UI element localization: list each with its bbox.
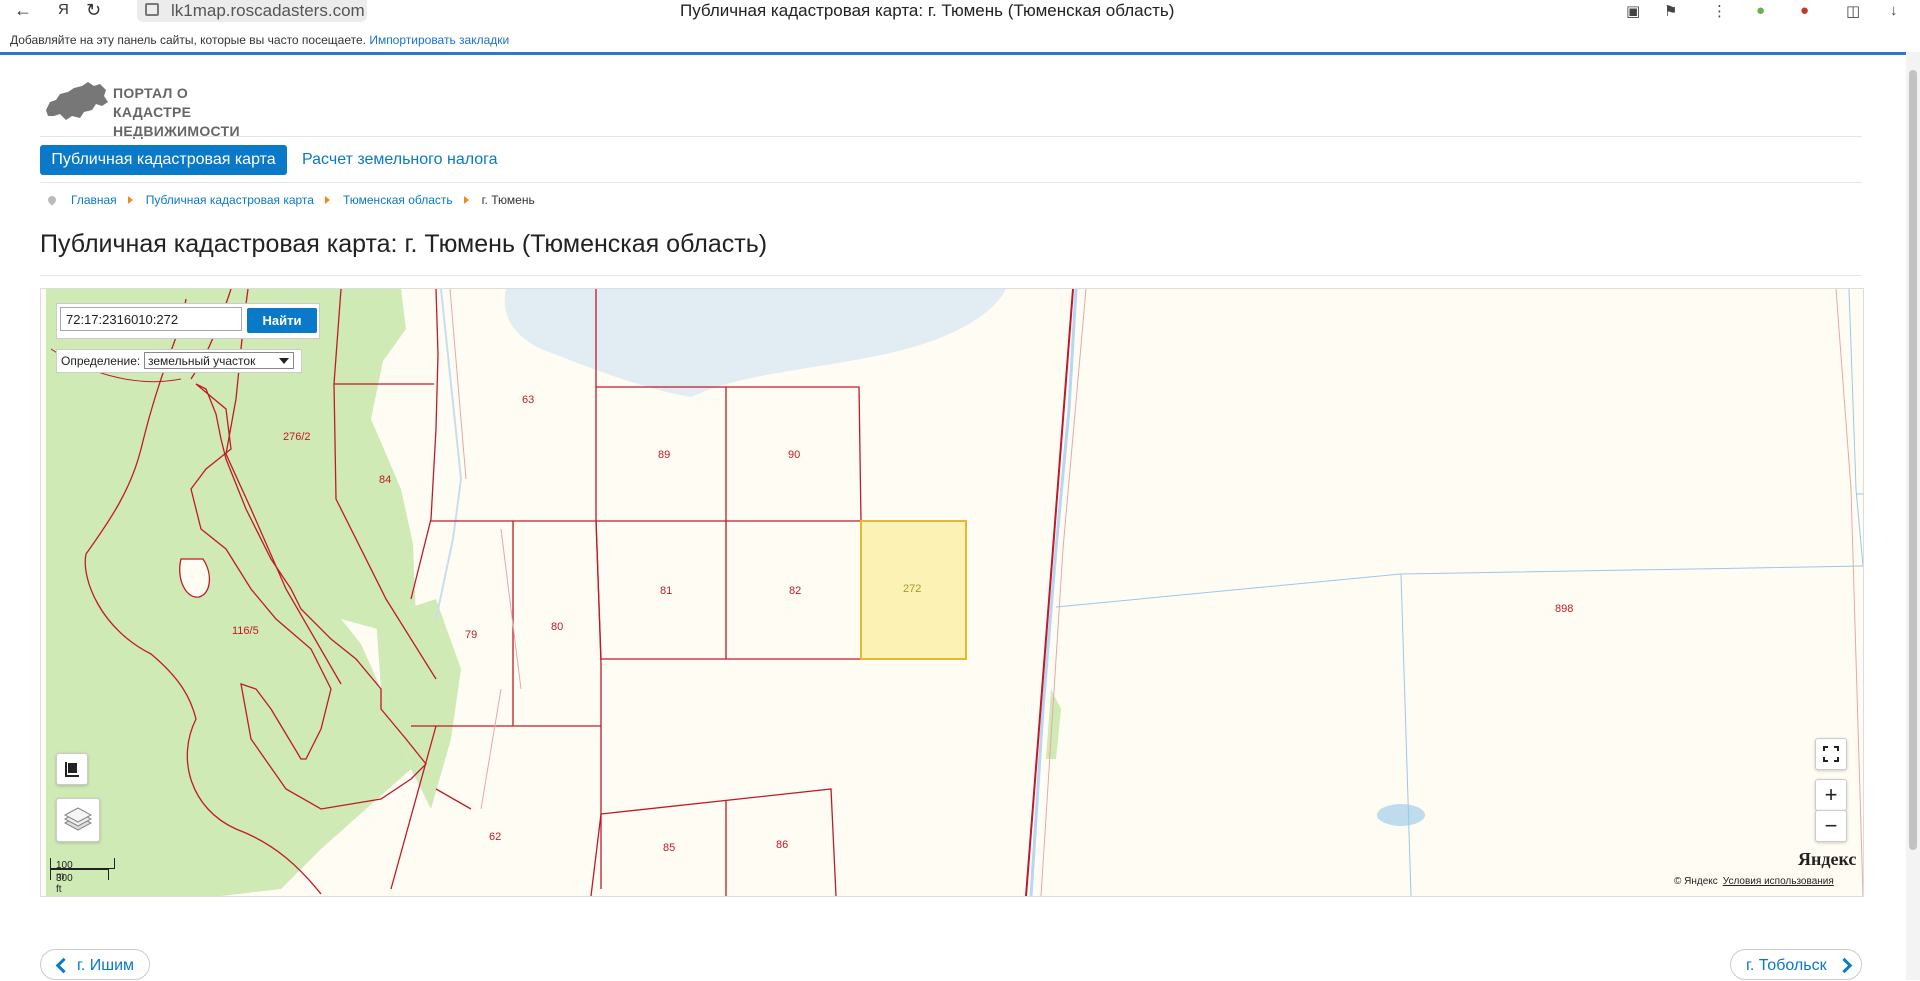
parcel-label[interactable]: 90 xyxy=(788,449,800,461)
highway xyxy=(1025,289,1074,896)
layers-icon xyxy=(63,807,93,831)
ruler-icon xyxy=(65,762,79,777)
breadcrumb: Главная Публичная кадастровая карта Тюменс… xyxy=(46,193,535,207)
fullscreen-button[interactable] xyxy=(1815,738,1847,770)
browser-toolbar: ← Я ↻ lk1map.roscadasters.com Публичная … xyxy=(0,0,1920,24)
yandex-logo[interactable]: Яндекс xyxy=(1798,849,1856,870)
address-bar[interactable]: lk1map.roscadasters.com xyxy=(137,0,367,22)
breadcrumb-cadastral-map[interactable]: Публичная кадастровая карта xyxy=(146,193,314,207)
definition-select[interactable]: земельный участок xyxy=(144,352,294,369)
breadcrumb-current: г. Тюмень xyxy=(481,193,535,207)
cadastral-number-input[interactable] xyxy=(60,307,242,331)
browser-page-title: Публичная кадастровая карта: г. Тюмень (… xyxy=(680,1,1175,20)
road xyxy=(435,289,463,620)
map-canvas[interactable] xyxy=(41,289,1863,896)
highway xyxy=(1029,289,1078,896)
parcel-label[interactable]: 62 xyxy=(489,831,501,843)
cadastral-map[interactable]: 63 89 90 276/2 84 81 82 272 116/5 79 80 … xyxy=(40,288,1864,897)
definition-label: Определение: xyxy=(61,354,141,368)
zoom-out-button[interactable]: − xyxy=(1815,810,1847,842)
menu-dots-icon[interactable]: ⋮ xyxy=(1712,2,1727,20)
highway xyxy=(1040,289,1087,896)
find-button[interactable]: Найти xyxy=(247,308,317,333)
breadcrumb-arrow-icon xyxy=(127,196,133,204)
parcel-label[interactable]: 276/2 xyxy=(283,431,311,443)
breadcrumb-home[interactable]: Главная xyxy=(71,193,117,207)
zoom-in-button[interactable]: + xyxy=(1815,779,1847,811)
profile-icon[interactable]: ● xyxy=(1800,2,1809,19)
parcel-label[interactable]: 86 xyxy=(776,839,788,851)
lock-icon xyxy=(145,3,159,16)
parcel-label[interactable]: 79 xyxy=(465,629,477,641)
bookmarks-bar: Добавляйте на эту панель сайты, которые … xyxy=(10,33,509,47)
chevron-down-icon xyxy=(279,358,289,364)
bookmarks-hint: Добавляйте на эту панель сайты, которые … xyxy=(10,33,366,47)
cadastral-search-panel: Найти xyxy=(56,303,320,339)
browser-accent-line xyxy=(0,52,1906,55)
tab-cadastral-map[interactable]: Публичная кадастровая карта xyxy=(40,145,287,175)
next-city-button[interactable]: г. Тобольск xyxy=(1730,949,1862,980)
import-bookmarks-link[interactable]: Импортировать закладки xyxy=(369,33,509,47)
download-icon[interactable]: ↓ xyxy=(1890,2,1898,19)
divider xyxy=(40,275,1862,276)
ruler-button[interactable] xyxy=(56,753,88,785)
terms-link[interactable]: Условия использования xyxy=(1723,876,1834,887)
yandex-browser-icon[interactable]: Я xyxy=(58,0,69,22)
reload-icon[interactable]: ↻ xyxy=(86,0,101,22)
prev-city-button[interactable]: г. Ишим xyxy=(40,949,150,980)
russia-map-icon xyxy=(46,82,108,120)
parcel-label-selected[interactable]: 272 xyxy=(903,583,921,595)
bookmark-icon[interactable]: ⚑ xyxy=(1664,2,1677,20)
divider xyxy=(40,136,1862,137)
chevron-right-icon xyxy=(1836,957,1853,974)
parcel-label[interactable]: 85 xyxy=(663,842,675,854)
page-scrollbar[interactable] xyxy=(1906,52,1920,980)
address-url: lk1map.roscadasters.com xyxy=(171,1,365,20)
back-icon[interactable]: ← xyxy=(14,0,32,22)
page-title: Публичная кадастровая карта: г. Тюмень (… xyxy=(40,230,768,258)
parcel-label[interactable]: 80 xyxy=(551,621,563,633)
parcel-label[interactable]: 81 xyxy=(660,585,672,597)
divider xyxy=(40,182,1862,183)
lake xyxy=(504,289,1006,397)
extension-icon[interactable]: ● xyxy=(1756,2,1765,19)
fullscreen-icon xyxy=(1823,746,1839,762)
layers-button[interactable] xyxy=(56,798,100,842)
tabs-counter-icon[interactable]: ▣ xyxy=(1626,2,1640,20)
breadcrumb-region[interactable]: Тюменская область xyxy=(343,193,453,207)
breadcrumb-arrow-icon xyxy=(324,196,330,204)
scrollbar-thumb[interactable] xyxy=(1909,70,1917,850)
parcel-label[interactable]: 898 xyxy=(1555,603,1573,615)
location-pin-icon xyxy=(46,194,58,206)
parcel-label[interactable]: 116/5 xyxy=(232,625,259,637)
pond xyxy=(1377,804,1425,826)
parcel-label[interactable]: 63 xyxy=(522,394,534,406)
tab-land-tax[interactable]: Расчет земельного налога xyxy=(302,145,498,175)
parcel-label[interactable]: 84 xyxy=(379,474,391,486)
definition-panel: Определение: земельный участок xyxy=(56,349,302,373)
collections-icon[interactable]: ◫ xyxy=(1846,2,1860,20)
map-copyright: © Яндекс Условия использования xyxy=(1674,876,1834,887)
breadcrumb-arrow-icon xyxy=(463,196,469,204)
parcel-label[interactable]: 82 xyxy=(789,585,801,597)
chevron-left-icon xyxy=(55,957,72,974)
parcel-label[interactable]: 89 xyxy=(658,449,670,461)
scale-imperial: 300 ft xyxy=(56,873,73,895)
